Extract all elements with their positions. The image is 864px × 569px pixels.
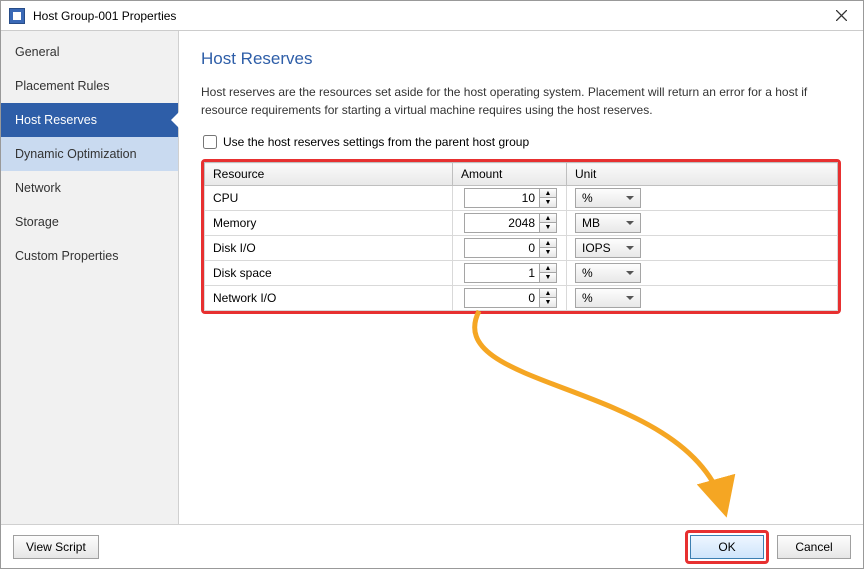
chevron-up-icon[interactable]: ▲: [540, 239, 556, 248]
reserves-highlight-box: Resource Amount Unit CPU ▲▼: [201, 159, 841, 314]
amount-input[interactable]: [464, 263, 540, 283]
amount-spinner[interactable]: ▲▼: [464, 188, 560, 208]
chevron-down-icon[interactable]: ▼: [540, 298, 556, 307]
cell-unit: %: [567, 186, 838, 211]
chevron-down-icon[interactable]: ▼: [540, 248, 556, 257]
amount-input[interactable]: [464, 213, 540, 233]
amount-input[interactable]: [464, 238, 540, 258]
spinner-buttons[interactable]: ▲▼: [540, 238, 557, 258]
unit-value: %: [582, 191, 593, 205]
chevron-up-icon[interactable]: ▲: [540, 189, 556, 198]
amount-spinner[interactable]: ▲▼: [464, 213, 560, 233]
cell-amount: ▲▼: [453, 236, 567, 261]
cell-amount: ▲▼: [453, 286, 567, 311]
unit-value: IOPS: [582, 241, 611, 255]
unit-value: %: [582, 291, 593, 305]
sidebar-item-custom-properties[interactable]: Custom Properties: [1, 239, 178, 273]
sidebar: General Placement Rules Host Reserves Dy…: [1, 31, 179, 524]
reserves-table: Resource Amount Unit CPU ▲▼: [204, 162, 838, 311]
sidebar-item-dynamic-optimization[interactable]: Dynamic Optimization: [1, 137, 178, 171]
table-row: Network I/O ▲▼ %: [205, 286, 838, 311]
chevron-up-icon[interactable]: ▲: [540, 214, 556, 223]
sidebar-item-placement-rules[interactable]: Placement Rules: [1, 69, 178, 103]
chevron-down-icon[interactable]: ▼: [540, 223, 556, 232]
amount-spinner[interactable]: ▲▼: [464, 288, 560, 308]
spinner-buttons[interactable]: ▲▼: [540, 188, 557, 208]
unit-select[interactable]: MB: [575, 213, 641, 233]
cell-unit: %: [567, 286, 838, 311]
window-title: Host Group-001 Properties: [33, 9, 821, 23]
sidebar-item-network[interactable]: Network: [1, 171, 178, 205]
app-icon: [9, 8, 25, 24]
chevron-up-icon[interactable]: ▲: [540, 264, 556, 273]
cell-unit: %: [567, 261, 838, 286]
cell-resource: Network I/O: [205, 286, 453, 311]
amount-spinner[interactable]: ▲▼: [464, 238, 560, 258]
table-row: CPU ▲▼ %: [205, 186, 838, 211]
col-header-amount: Amount: [453, 163, 567, 186]
table-row: Memory ▲▼ MB: [205, 211, 838, 236]
chevron-down-icon[interactable]: ▼: [540, 198, 556, 207]
cell-amount: ▲▼: [453, 211, 567, 236]
footer: View Script OK Cancel: [1, 524, 863, 568]
table-row: Disk space ▲▼ %: [205, 261, 838, 286]
cell-resource: Disk space: [205, 261, 453, 286]
unit-value: MB: [582, 216, 600, 230]
use-parent-checkbox-row[interactable]: Use the host reserves settings from the …: [203, 135, 841, 149]
sidebar-item-host-reserves[interactable]: Host Reserves: [1, 103, 178, 137]
unit-select[interactable]: %: [575, 288, 641, 308]
ok-highlight-box: OK: [685, 530, 769, 564]
cell-resource: Disk I/O: [205, 236, 453, 261]
unit-select[interactable]: %: [575, 263, 641, 283]
content-pane: Host Reserves Host reserves are the reso…: [179, 31, 863, 524]
sidebar-item-storage[interactable]: Storage: [1, 205, 178, 239]
close-button[interactable]: [821, 2, 861, 30]
titlebar: Host Group-001 Properties: [1, 1, 863, 31]
cell-unit: MB: [567, 211, 838, 236]
ok-button[interactable]: OK: [690, 535, 764, 559]
close-icon: [836, 10, 847, 21]
col-header-resource: Resource: [205, 163, 453, 186]
cell-unit: IOPS: [567, 236, 838, 261]
cell-resource: CPU: [205, 186, 453, 211]
table-row: Disk I/O ▲▼ IOPS: [205, 236, 838, 261]
sidebar-item-general[interactable]: General: [1, 35, 178, 69]
spinner-buttons[interactable]: ▲▼: [540, 213, 557, 233]
unit-value: %: [582, 266, 593, 280]
cell-amount: ▲▼: [453, 261, 567, 286]
cell-amount: ▲▼: [453, 186, 567, 211]
amount-spinner[interactable]: ▲▼: [464, 263, 560, 283]
page-description: Host reserves are the resources set asid…: [201, 83, 841, 119]
page-title: Host Reserves: [201, 49, 841, 69]
spinner-buttons[interactable]: ▲▼: [540, 263, 557, 283]
spinner-buttons[interactable]: ▲▼: [540, 288, 557, 308]
unit-select[interactable]: %: [575, 188, 641, 208]
cell-resource: Memory: [205, 211, 453, 236]
body: General Placement Rules Host Reserves Dy…: [1, 31, 863, 524]
amount-input[interactable]: [464, 188, 540, 208]
properties-window: Host Group-001 Properties General Placem…: [0, 0, 864, 569]
view-script-button[interactable]: View Script: [13, 535, 99, 559]
amount-input[interactable]: [464, 288, 540, 308]
unit-select[interactable]: IOPS: [575, 238, 641, 258]
use-parent-checkbox[interactable]: [203, 135, 217, 149]
chevron-up-icon[interactable]: ▲: [540, 289, 556, 298]
col-header-unit: Unit: [567, 163, 838, 186]
chevron-down-icon[interactable]: ▼: [540, 273, 556, 282]
use-parent-label: Use the host reserves settings from the …: [223, 135, 529, 149]
cancel-button[interactable]: Cancel: [777, 535, 851, 559]
